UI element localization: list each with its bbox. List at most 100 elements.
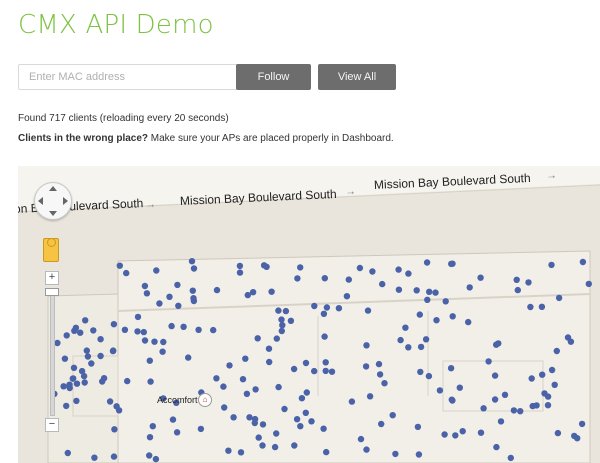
client-dot[interactable]: [369, 268, 376, 275]
client-dot[interactable]: [452, 432, 459, 439]
client-dot[interactable]: [555, 294, 563, 302]
client-dot[interactable]: [321, 275, 328, 282]
client-dot[interactable]: [529, 402, 536, 410]
client-dot[interactable]: [554, 429, 562, 437]
client-dot[interactable]: [379, 280, 386, 288]
client-dot[interactable]: [213, 375, 220, 382]
client-dot[interactable]: [376, 371, 384, 378]
client-dot[interactable]: [83, 347, 91, 354]
client-dot[interactable]: [110, 453, 118, 460]
client-dot[interactable]: [175, 302, 182, 309]
client-dot[interactable]: [417, 368, 424, 376]
client-dot[interactable]: [345, 276, 352, 283]
client-dot[interactable]: [448, 260, 455, 268]
client-dot[interactable]: [539, 371, 546, 378]
client-dot[interactable]: [415, 451, 423, 458]
mac-address-input[interactable]: [18, 64, 250, 90]
client-dot[interactable]: [91, 454, 98, 461]
client-dot[interactable]: [134, 313, 142, 321]
client-dot[interactable]: [115, 407, 123, 414]
client-dot[interactable]: [66, 381, 73, 388]
client-dot[interactable]: [174, 281, 181, 289]
client-dot[interactable]: [159, 348, 166, 355]
client-dot[interactable]: [82, 317, 89, 324]
client-dot[interactable]: [571, 432, 578, 440]
client-dot[interactable]: [375, 360, 383, 368]
client-dot[interactable]: [268, 288, 275, 295]
client-dot[interactable]: [456, 384, 463, 391]
client-dot[interactable]: [106, 398, 114, 405]
client-dot[interactable]: [239, 376, 247, 383]
client-dot[interactable]: [548, 261, 555, 269]
client-dot[interactable]: [237, 449, 245, 456]
client-dot[interactable]: [153, 267, 160, 274]
client-dot[interactable]: [294, 275, 301, 282]
client-dot[interactable]: [514, 286, 521, 294]
client-dot[interactable]: [493, 443, 500, 451]
pan-left-icon[interactable]: [38, 197, 43, 205]
client-dot[interactable]: [447, 365, 455, 372]
client-dot[interactable]: [64, 449, 71, 457]
client-dot[interactable]: [364, 307, 372, 314]
client-dot[interactable]: [378, 420, 385, 428]
client-dot[interactable]: [513, 276, 520, 283]
client-dot[interactable]: [507, 454, 514, 462]
client-dot[interactable]: [527, 303, 534, 311]
client-dot[interactable]: [190, 295, 197, 302]
client-dot[interactable]: [189, 287, 196, 294]
client-dot[interactable]: [480, 405, 487, 412]
client-dot[interactable]: [226, 362, 233, 369]
client-dot[interactable]: [230, 414, 237, 421]
client-dot[interactable]: [100, 375, 108, 382]
client-dot[interactable]: [97, 336, 104, 343]
client-dot[interactable]: [221, 404, 228, 411]
client-dot[interactable]: [166, 293, 173, 300]
zoom-slider-track[interactable]: [50, 288, 55, 416]
client-dot[interactable]: [246, 414, 253, 421]
client-dot[interactable]: [397, 336, 404, 344]
client-dot[interactable]: [173, 429, 181, 436]
client-dot[interactable]: [553, 347, 560, 355]
zoom-out-button[interactable]: −: [45, 418, 59, 432]
client-dot[interactable]: [220, 383, 227, 390]
client-dot[interactable]: [255, 434, 262, 441]
client-dot[interactable]: [54, 339, 61, 347]
client-dot[interactable]: [282, 307, 290, 315]
client-dot[interactable]: [441, 431, 448, 438]
client-dot[interactable]: [77, 329, 84, 336]
client-dot[interactable]: [266, 358, 273, 366]
client-dot[interactable]: [448, 396, 455, 403]
client-dot[interactable]: [213, 286, 221, 294]
pan-up-icon[interactable]: [49, 186, 57, 191]
client-dot[interactable]: [110, 321, 118, 328]
client-dot[interactable]: [254, 335, 261, 342]
client-dot[interactable]: [363, 342, 370, 349]
zoom-slider-handle[interactable]: [45, 288, 59, 296]
client-dot[interactable]: [152, 455, 160, 463]
client-dot[interactable]: [425, 372, 433, 380]
client-dot[interactable]: [517, 408, 524, 415]
client-dot[interactable]: [442, 298, 449, 305]
client-dot[interactable]: [236, 269, 244, 276]
client-dot[interactable]: [259, 421, 267, 428]
client-dot[interactable]: [485, 358, 492, 365]
client-dot[interactable]: [323, 304, 331, 311]
client-dot[interactable]: [311, 302, 318, 310]
follow-button[interactable]: Follow: [236, 64, 311, 90]
client-dot[interactable]: [424, 296, 431, 303]
client-dot[interactable]: [303, 389, 310, 396]
client-dot[interactable]: [416, 311, 423, 318]
client-dot[interactable]: [195, 326, 202, 333]
client-dot[interactable]: [544, 393, 552, 400]
client-dot[interactable]: [491, 396, 499, 403]
client-dot[interactable]: [525, 279, 532, 286]
client-dot[interactable]: [278, 327, 285, 335]
client-dot[interactable]: [275, 307, 282, 314]
client-dot[interactable]: [70, 364, 78, 371]
client-dot[interactable]: [297, 423, 304, 430]
client-dot[interactable]: [405, 270, 412, 277]
client-dot[interactable]: [528, 375, 535, 382]
view-all-button[interactable]: View All: [318, 64, 396, 90]
client-dot[interactable]: [147, 378, 154, 385]
zoom-in-button[interactable]: +: [45, 271, 59, 285]
